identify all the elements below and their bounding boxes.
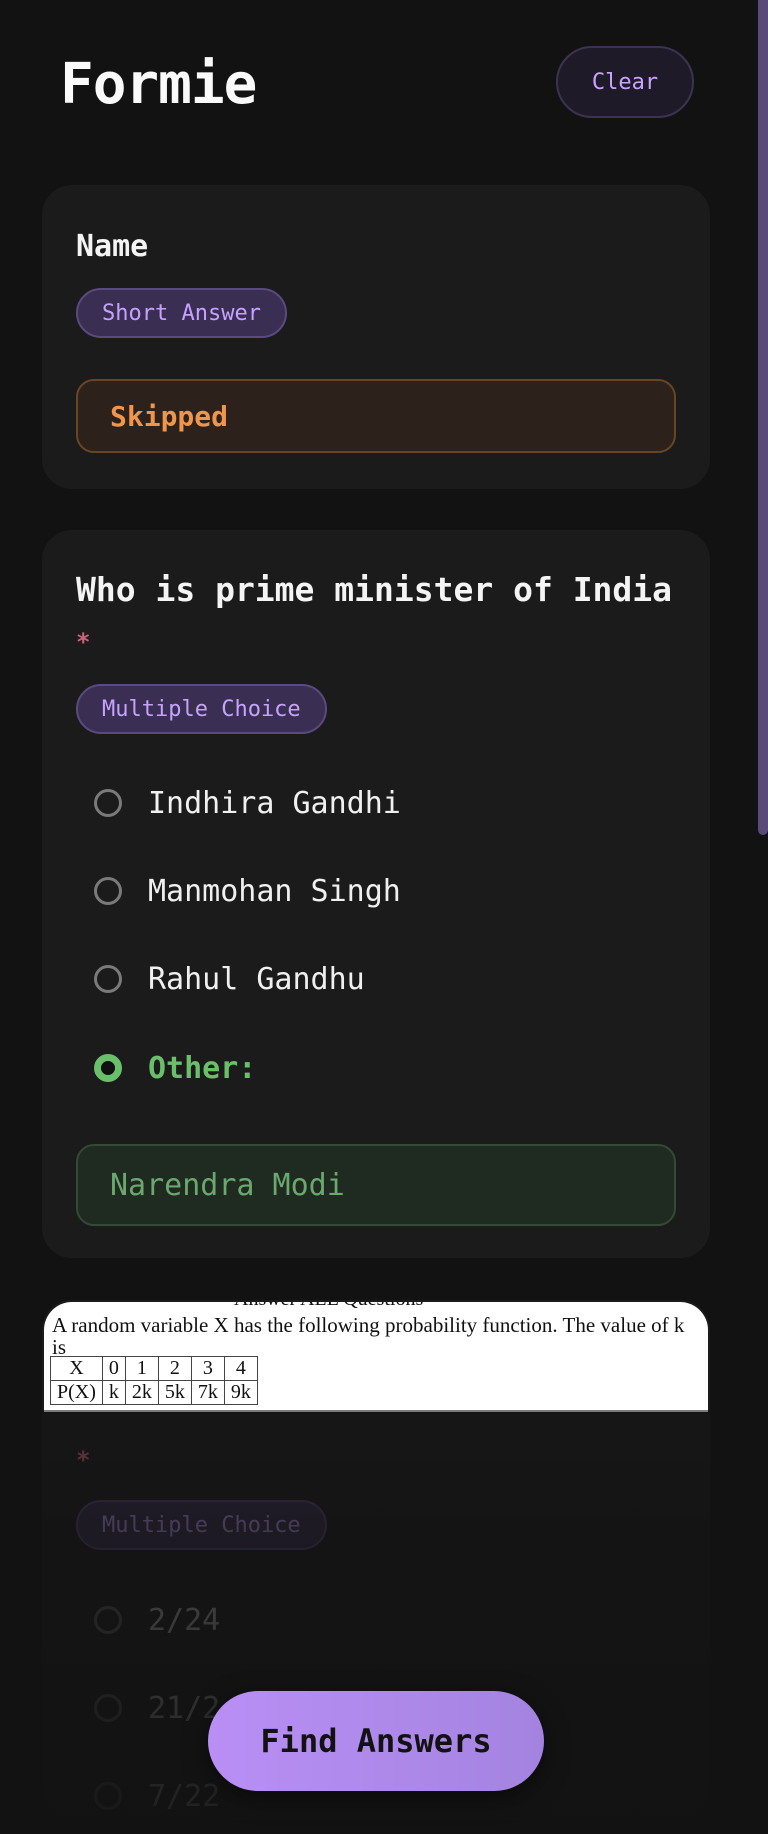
table-cell: 3 bbox=[190, 1356, 225, 1381]
table-cell: 0 bbox=[101, 1356, 126, 1381]
option-label: Other: bbox=[148, 1050, 257, 1086]
question-card-prime-minister: Who is prime minister of India * Multipl… bbox=[42, 530, 710, 1258]
table-cell: 7k bbox=[190, 1380, 225, 1405]
option-indhira-gandhi[interactable]: Indhira Gandhi bbox=[94, 783, 401, 823]
radio-icon[interactable] bbox=[94, 965, 122, 993]
required-asterisk: * bbox=[76, 628, 91, 656]
option-label: 21/2 bbox=[148, 1690, 221, 1726]
radio-icon[interactable] bbox=[94, 1782, 122, 1810]
question-title: Who is prime minister of India bbox=[76, 570, 673, 609]
question-type-badge: Multiple Choice bbox=[76, 684, 327, 734]
radio-icon[interactable] bbox=[94, 1694, 122, 1722]
option-label: 2/24 bbox=[148, 1602, 221, 1638]
find-answers-button[interactable]: Find Answers bbox=[208, 1691, 544, 1791]
radio-icon[interactable] bbox=[94, 789, 122, 817]
image-header-text: Answer ALL Questions bbox=[234, 1302, 423, 1311]
table-cell: 9k bbox=[223, 1380, 258, 1405]
question-type-badge: Short Answer bbox=[76, 288, 287, 338]
question-image: Answer ALL Questions A random variable X… bbox=[44, 1302, 708, 1412]
image-question-text: A random variable X has the following pr… bbox=[52, 1313, 685, 1359]
table-cell: 1 bbox=[124, 1356, 159, 1381]
option-21-2[interactable]: 21/2 bbox=[94, 1688, 220, 1728]
table-row: X 0 1 2 3 4 bbox=[50, 1356, 258, 1381]
option-label: Indhira Gandhi bbox=[148, 785, 401, 821]
table-cell: 2k bbox=[124, 1380, 159, 1405]
table-cell: 2 bbox=[157, 1356, 192, 1381]
option-2-24[interactable]: 2/24 bbox=[94, 1600, 220, 1640]
required-asterisk: * bbox=[76, 1446, 91, 1474]
probability-table: X 0 1 2 3 4 P(X) k 2k 5k 7k 9k bbox=[50, 1356, 258, 1405]
option-label: 7/22 bbox=[148, 1778, 221, 1814]
table-row: P(X) k 2k 5k 7k 9k bbox=[50, 1380, 258, 1405]
other-answer-field[interactable]: Narendra Modi bbox=[76, 1144, 676, 1226]
table-cell: 5k bbox=[157, 1380, 192, 1405]
radio-icon[interactable] bbox=[94, 877, 122, 905]
radio-selected-icon[interactable] bbox=[94, 1054, 122, 1082]
skipped-answer-box: Skipped bbox=[76, 379, 676, 453]
option-other[interactable]: Other: bbox=[94, 1048, 256, 1088]
table-cell: P(X) bbox=[50, 1380, 103, 1405]
question-card-name: Name Short Answer Skipped bbox=[42, 185, 710, 489]
clear-button[interactable]: Clear bbox=[556, 46, 694, 118]
option-label: Manmohan Singh bbox=[148, 873, 401, 909]
table-cell: k bbox=[101, 1380, 126, 1405]
option-rahul-gandhu[interactable]: Rahul Gandhu bbox=[94, 959, 365, 999]
table-cell: X bbox=[50, 1356, 103, 1381]
app-header: Formie Clear bbox=[60, 40, 694, 130]
page-scrollbar[interactable] bbox=[758, 0, 768, 835]
question-type-badge: Multiple Choice bbox=[76, 1500, 327, 1550]
option-7-22[interactable]: 7/22 bbox=[94, 1776, 220, 1816]
option-manmohan-singh[interactable]: Manmohan Singh bbox=[94, 871, 401, 911]
question-title: Name bbox=[76, 229, 149, 264]
option-label: Rahul Gandhu bbox=[148, 961, 365, 997]
radio-icon[interactable] bbox=[94, 1606, 122, 1634]
app-logo: Formie bbox=[60, 52, 257, 117]
table-cell: 4 bbox=[223, 1356, 258, 1381]
